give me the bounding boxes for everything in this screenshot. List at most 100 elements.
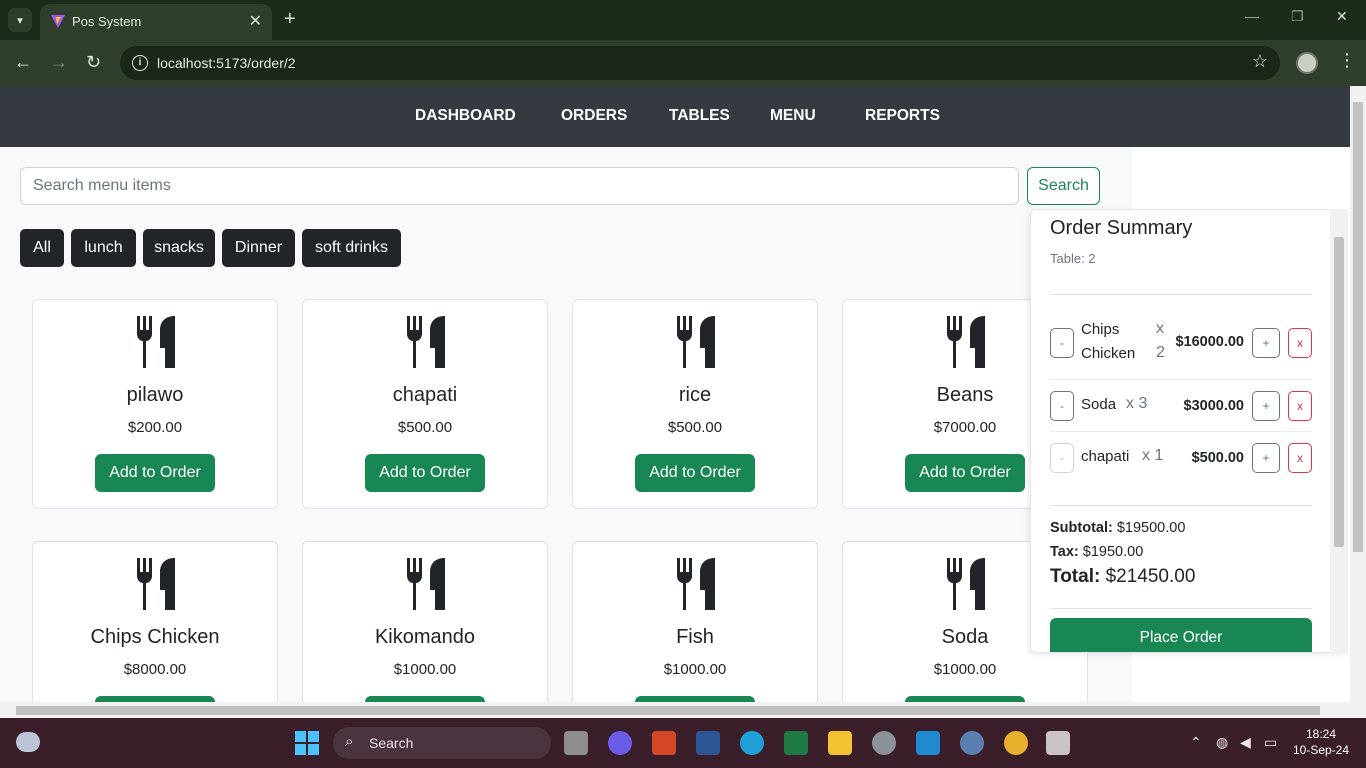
tax-line: Tax: $1950.00 xyxy=(1050,544,1143,560)
address-bar[interactable]: i localhost:5173/order/2 ☆ xyxy=(120,46,1280,80)
vscode-icon[interactable] xyxy=(916,731,940,755)
order-item-price: $16000.00 xyxy=(1175,334,1244,350)
menu-item-price: $500.00 xyxy=(397,419,453,436)
browser-toolbar: ← → ↻ i localhost:5173/order/2 ☆ xyxy=(0,40,1366,86)
decrease-qty-button[interactable]: - xyxy=(1050,328,1074,358)
order-summary-scroll-thumb[interactable] xyxy=(1334,237,1344,547)
menu-item-name: Kikomando xyxy=(374,626,476,648)
word-icon[interactable] xyxy=(696,731,720,755)
windows-start-icon[interactable] xyxy=(295,731,319,755)
weather-widget-icon[interactable] xyxy=(16,732,40,752)
order-item-qty: x 3 xyxy=(1126,395,1148,412)
minimize-icon[interactable]: — xyxy=(1245,8,1259,24)
url-text[interactable]: localhost:5173/order/2 xyxy=(157,55,296,71)
vite-favicon-icon xyxy=(51,15,65,28)
page-vertical-scrollbar[interactable] xyxy=(1350,86,1366,718)
increase-qty-button[interactable]: + xyxy=(1252,443,1280,473)
tray-chevron-icon[interactable]: ⌃ xyxy=(1190,734,1202,751)
order-item-price: $3000.00 xyxy=(1183,398,1244,414)
page-horizontal-scrollbar[interactable] xyxy=(0,702,1350,718)
search-icon: ⌕ xyxy=(345,733,354,750)
page-horizontal-scroll-thumb[interactable] xyxy=(16,706,1320,715)
search-button[interactable]: Search xyxy=(1027,167,1100,205)
menu-item-name: rice xyxy=(678,384,712,406)
menu-item-name: Fish xyxy=(676,626,714,648)
utensils-icon xyxy=(677,316,715,368)
subtotal-value: $19500.00 xyxy=(1116,520,1186,536)
profile-avatar-icon[interactable] xyxy=(1296,52,1318,74)
remove-item-button[interactable]: x xyxy=(1288,443,1312,473)
app-navbar: DASHBOARD ORDERS TABLES MENU REPORTS xyxy=(0,86,1350,147)
utensils-icon xyxy=(137,558,175,610)
add-to-order-button[interactable]: Add to Order xyxy=(95,454,215,492)
windows-taskbar: ⌕ Search ⌃ ◍ ◀ ▭ 18:24 10-Sep-24 xyxy=(0,718,1366,768)
restore-icon[interactable]: ❐ xyxy=(1291,8,1304,25)
order-item-qty: x xyxy=(1156,320,1164,337)
file-explorer-icon[interactable] xyxy=(564,731,588,755)
decrease-qty-button[interactable]: - xyxy=(1050,391,1074,421)
reload-icon[interactable]: ↻ xyxy=(86,52,101,73)
add-to-order-button[interactable]: Add to Order xyxy=(635,454,755,492)
menu-card: rice $500.00 Add to Order xyxy=(572,299,818,509)
order-item-qty-value: 2 xyxy=(1156,344,1165,361)
active-app-icon[interactable] xyxy=(1046,731,1070,755)
taskbar-search-box[interactable]: ⌕ Search xyxy=(333,727,551,759)
decrease-qty-button[interactable]: - xyxy=(1050,443,1074,473)
browser-tab[interactable]: Pos System ✕ xyxy=(40,4,272,40)
window-close-icon[interactable]: ✕ xyxy=(1336,8,1348,25)
network-globe-icon[interactable]: ◍ xyxy=(1216,734,1228,751)
bookmark-star-icon[interactable]: ☆ xyxy=(1252,51,1268,72)
nav-orders[interactable]: ORDERS xyxy=(561,107,627,125)
category-soft-drinks-button[interactable]: soft drinks xyxy=(302,229,401,267)
category-all-button[interactable]: All xyxy=(20,229,64,267)
tab-title: Pos System xyxy=(72,14,142,29)
volume-icon[interactable]: ◀ xyxy=(1240,734,1251,751)
page-vertical-scroll-thumb[interactable] xyxy=(1353,102,1363,552)
menu-item-price: $1000.00 xyxy=(393,661,457,678)
utensils-icon xyxy=(407,558,445,610)
nav-dashboard[interactable]: DASHBOARD xyxy=(415,107,516,125)
order-summary-scrollbar[interactable] xyxy=(1330,209,1348,653)
category-lunch-button[interactable]: lunch xyxy=(71,229,136,267)
menu-card: pilawo $200.00 Add to Order xyxy=(32,299,278,509)
battery-icon[interactable]: ▭ xyxy=(1264,734,1277,751)
teams-icon[interactable] xyxy=(608,731,632,755)
edge-icon[interactable] xyxy=(740,731,764,755)
menu-item-price: $1000.00 xyxy=(933,661,997,678)
order-item-name: Soda xyxy=(1081,396,1117,413)
category-snacks-button[interactable]: snacks xyxy=(143,229,215,267)
increase-qty-button[interactable]: + xyxy=(1252,391,1280,421)
menu-item-name: Chips Chicken xyxy=(90,626,220,648)
category-dinner-button[interactable]: Dinner xyxy=(222,229,295,267)
nav-tables[interactable]: TABLES xyxy=(669,107,730,125)
tab-search-dropdown-icon[interactable]: ▾ xyxy=(8,8,32,32)
powerpoint-icon[interactable] xyxy=(652,731,676,755)
settings-gear-icon[interactable] xyxy=(872,731,896,755)
remove-item-button[interactable]: x xyxy=(1288,391,1312,421)
add-to-order-button[interactable]: Add to Order xyxy=(905,454,1025,492)
menu-card: Kikomando $1000.00 Add to Order xyxy=(302,541,548,718)
postgresql-icon[interactable] xyxy=(960,731,984,755)
chrome-icon[interactable] xyxy=(1004,731,1028,755)
folder-icon[interactable] xyxy=(828,731,852,755)
utensils-icon xyxy=(677,558,715,610)
place-order-button[interactable]: Place Order xyxy=(1050,618,1312,652)
forward-icon[interactable]: → xyxy=(50,52,68,73)
site-info-icon[interactable]: i xyxy=(132,55,148,71)
remove-item-button[interactable]: x xyxy=(1288,328,1312,358)
order-item-price: $500.00 xyxy=(1191,450,1244,466)
nav-menu[interactable]: MENU xyxy=(770,107,816,125)
tab-close-icon[interactable]: ✕ xyxy=(249,11,262,31)
search-input[interactable] xyxy=(20,167,1019,205)
clock-time: 18:24 xyxy=(1305,727,1337,741)
new-tab-icon[interactable]: + xyxy=(284,8,296,30)
increase-qty-button[interactable]: + xyxy=(1252,328,1280,358)
browser-menu-icon[interactable]: ⋮ xyxy=(1338,50,1356,71)
excel-icon[interactable] xyxy=(784,731,808,755)
taskbar-clock[interactable]: 18:24 10-Sep-24 xyxy=(1290,726,1352,758)
add-to-order-button[interactable]: Add to Order xyxy=(365,454,485,492)
order-item-qty: x 1 xyxy=(1142,447,1164,464)
nav-reports[interactable]: REPORTS xyxy=(865,107,940,125)
back-icon[interactable]: ← xyxy=(14,52,32,73)
taskbar-search-label: Search xyxy=(369,735,414,751)
